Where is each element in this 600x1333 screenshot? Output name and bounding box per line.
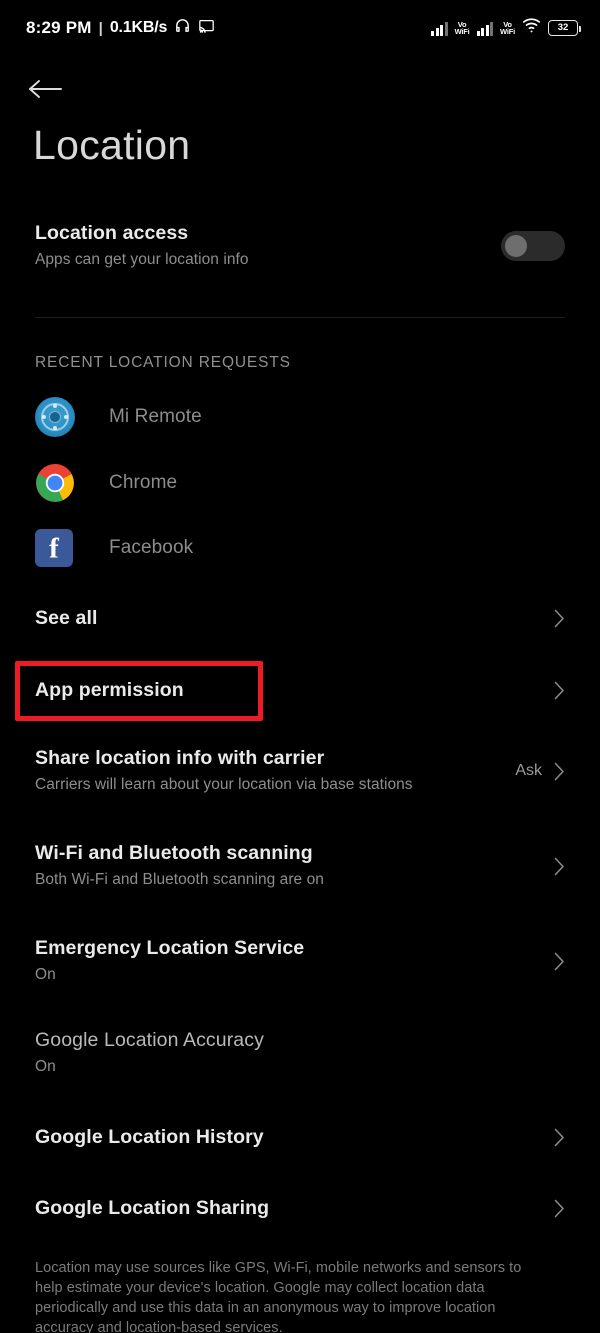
recent-app-row-mi-remote[interactable]: Mi Remote (0, 390, 600, 444)
facebook-icon: f (35, 528, 75, 568)
wifi-icon (522, 18, 541, 38)
chrome-icon (35, 463, 75, 503)
share-location-carrier-subtitle: Carriers will learn about your location … (35, 775, 413, 793)
emergency-location-service-title: Emergency Location Service (35, 937, 305, 960)
chevron-right-icon (554, 609, 564, 627)
app-permission-label: App permission (35, 678, 184, 701)
battery-icon: 32 (548, 20, 581, 36)
share-location-carrier-texts: Share location info with carrier Carrier… (35, 746, 515, 795)
status-bar-separator: | (98, 19, 103, 37)
volte-sub-1: WiFi (454, 27, 470, 36)
chevron-right-icon (554, 681, 564, 699)
chevron-right-icon (554, 952, 564, 970)
app-permission-row[interactable]: App permission (0, 666, 600, 714)
google-location-sharing-title: Google Location Sharing (35, 1196, 270, 1219)
status-bar-right: Vo WiFi Vo WiFi 32 (431, 18, 581, 38)
google-location-accuracy-subtitle: On (35, 1057, 56, 1075)
location-access-subtitle: Apps can get your location info (35, 250, 249, 268)
location-access-title: Location access (35, 222, 189, 245)
emergency-location-service-texts: Emergency Location Service On (35, 936, 554, 985)
network-speed-label: 0.1KB/s (109, 19, 168, 36)
chevron-right-icon (554, 857, 564, 875)
share-location-carrier-title: Share location info with carrier (35, 747, 325, 770)
recent-app-row-facebook[interactable]: f Facebook (0, 521, 600, 575)
see-all-texts: See all (35, 606, 554, 630)
wifi-bluetooth-scanning-title: Wi-Fi and Bluetooth scanning (35, 842, 313, 865)
signal-bars-icon-sim1 (431, 21, 448, 36)
location-access-texts: Location access Apps can get your locati… (35, 221, 501, 270)
share-location-carrier-row[interactable]: Share location info with carrier Carrier… (0, 740, 600, 802)
google-location-history-title: Google Location History (35, 1125, 264, 1148)
recent-location-requests-header: RECENT LOCATION REQUESTS (35, 354, 291, 371)
recent-app-name: Facebook (109, 537, 194, 558)
volte-sub-2: WiFi (500, 27, 515, 36)
headphone-icon (174, 17, 191, 39)
google-location-accuracy-row[interactable]: Google Location Accuracy On (0, 1022, 600, 1084)
chevron-right-icon (554, 762, 564, 780)
back-button[interactable] (28, 68, 76, 114)
location-disclaimer-text: Location may use sources like GPS, Wi-Fi… (35, 1260, 522, 1333)
share-location-carrier-value: Ask (515, 762, 542, 779)
see-all-row[interactable]: See all (0, 595, 600, 641)
google-location-history-row[interactable]: Google Location History (0, 1113, 600, 1161)
google-location-sharing-row[interactable]: Google Location Sharing (0, 1184, 600, 1232)
wifi-bluetooth-scanning-row[interactable]: Wi-Fi and Bluetooth scanning Both Wi-Fi … (0, 835, 600, 897)
mi-remote-icon (35, 397, 75, 437)
volte-wifi-icon-sim1: Vo WiFi (454, 20, 470, 36)
chevron-right-icon (554, 1128, 564, 1146)
emergency-location-service-subtitle: On (35, 965, 56, 983)
see-all-label: See all (35, 606, 98, 629)
back-arrow-icon (28, 77, 62, 106)
emergency-location-service-row[interactable]: Emergency Location Service On (0, 930, 600, 992)
google-location-accuracy-title: Google Location Accuracy (35, 1029, 264, 1052)
recent-app-name: Mi Remote (109, 406, 202, 427)
google-location-history-texts: Google Location History (35, 1125, 554, 1149)
battery-level-label: 32 (557, 22, 569, 34)
location-access-row[interactable]: Location access Apps can get your locati… (0, 210, 600, 282)
status-bar-left: 8:29 PM | 0.1KB/s (26, 17, 215, 39)
recent-app-name: Chrome (109, 472, 178, 493)
location-access-toggle[interactable] (501, 231, 565, 261)
cast-icon (198, 18, 215, 39)
app-permission-texts: App permission (35, 678, 554, 702)
google-location-accuracy-texts: Google Location Accuracy On (35, 1028, 565, 1077)
signal-bars-icon-sim2 (476, 21, 494, 36)
wifi-bluetooth-scanning-texts: Wi-Fi and Bluetooth scanning Both Wi-Fi … (35, 841, 554, 890)
section-divider (35, 317, 565, 318)
volte-wifi-icon-sim2: Vo WiFi (500, 20, 515, 36)
status-bar-clock: 8:29 PM (26, 18, 92, 37)
status-bar: 8:29 PM | 0.1KB/s Vo WiFi Vo WiFi 32 (0, 0, 600, 56)
chevron-right-icon (554, 1199, 564, 1217)
toggle-knob (505, 235, 527, 257)
page-title: Location (33, 122, 191, 168)
google-location-sharing-texts: Google Location Sharing (35, 1196, 554, 1220)
location-settings-screen: 8:29 PM | 0.1KB/s Vo WiFi Vo WiFi 32 Loc… (0, 0, 600, 1333)
wifi-bluetooth-scanning-subtitle: Both Wi-Fi and Bluetooth scanning are on (35, 870, 324, 888)
recent-app-row-chrome[interactable]: Chrome (0, 456, 600, 510)
